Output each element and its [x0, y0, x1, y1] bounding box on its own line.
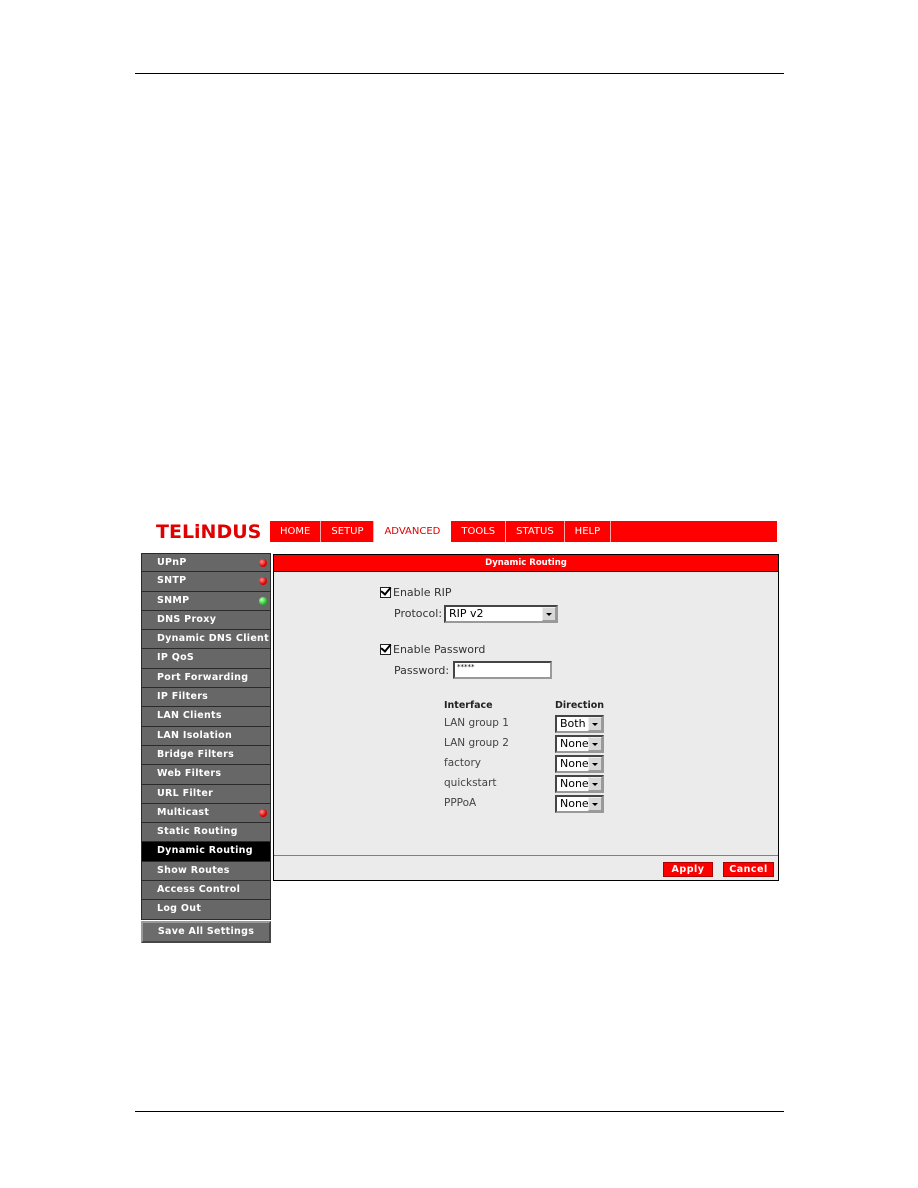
sidebar-item-log-out[interactable]: Log Out	[141, 900, 271, 920]
panel-footer: Apply Cancel	[274, 855, 778, 880]
status-red-icon	[259, 808, 267, 817]
interface-name: PPPoA	[444, 797, 477, 809]
enable-rip-row: Enable RIP	[380, 586, 452, 599]
sidebar-item-web-filters[interactable]: Web Filters	[141, 765, 271, 785]
direction-value: Both	[560, 717, 586, 730]
dynamic-routing-panel: Dynamic Routing Enable RIP Protocol: RIP…	[273, 554, 779, 881]
direction-select[interactable]: None	[555, 735, 604, 753]
direction-select[interactable]: None	[555, 775, 604, 793]
password-label: Password:	[394, 664, 450, 677]
sidebar-item-dns-proxy[interactable]: DNS Proxy	[141, 610, 271, 631]
interface-name: LAN group 2	[444, 737, 509, 749]
chevron-down-icon	[588, 777, 602, 791]
direction-value: None	[560, 777, 589, 790]
tab-tools[interactable]: TOOLS	[451, 521, 507, 542]
enable-password-checkbox[interactable]	[380, 644, 391, 655]
sidebar-item-sntp[interactable]: SNTP	[141, 572, 271, 592]
sidebar-item-label: SNMP	[157, 594, 190, 606]
panel-title: Dynamic Routing	[274, 555, 778, 572]
protocol-label: Protocol:	[394, 607, 443, 620]
protocol-select[interactable]: RIP v2	[444, 605, 558, 623]
password-input[interactable]: *****	[453, 661, 552, 679]
sidebar-item-dynamic-routing[interactable]: Dynamic Routing	[141, 842, 271, 862]
direction-select[interactable]: None	[555, 755, 604, 773]
enable-password-label: Enable Password	[393, 643, 486, 656]
tab-home[interactable]: HOME	[270, 521, 322, 542]
sidebar-item-url-filter[interactable]: URL Filter	[141, 784, 271, 804]
sidebar-item-static-routing[interactable]: Static Routing	[141, 823, 271, 843]
chevron-down-icon	[588, 737, 602, 751]
enable-password-row: Enable Password	[380, 643, 485, 656]
sidebar: UPnP SNTP SNMP DNS Proxy Dynamic DNS Cli…	[141, 553, 271, 943]
interface-name: LAN group 1	[444, 717, 509, 729]
direction-header: Direction	[555, 700, 604, 711]
status-red-icon	[259, 559, 267, 567]
sidebar-item-lan-isolation[interactable]: LAN Isolation	[141, 726, 271, 746]
sidebar-item-label: SNTP	[157, 575, 187, 587]
status-green-icon	[259, 596, 267, 605]
sidebar-item-upnp[interactable]: UPnP	[141, 553, 271, 573]
sidebar-item-lan-clients[interactable]: LAN Clients	[141, 707, 271, 727]
header-rule	[135, 73, 784, 74]
direction-value: None	[560, 757, 589, 770]
sidebar-item-snmp[interactable]: SNMP	[141, 591, 271, 611]
chevron-down-icon	[588, 757, 602, 771]
tab-setup[interactable]: SETUP	[321, 521, 375, 542]
footer-rule	[135, 1111, 784, 1112]
sidebar-item-ip-qos[interactable]: IP QoS	[141, 649, 271, 669]
tab-help[interactable]: HELP	[565, 521, 612, 542]
chevron-down-icon	[542, 607, 556, 621]
direction-select[interactable]: None	[555, 795, 604, 813]
enable-rip-checkbox[interactable]	[380, 587, 391, 598]
tab-advanced[interactable]: ADVANCED	[374, 521, 452, 542]
sidebar-item-ip-filters[interactable]: IP Filters	[141, 688, 271, 708]
direction-value: None	[560, 737, 589, 750]
direction-value: None	[560, 797, 589, 810]
apply-button[interactable]: Apply	[663, 862, 713, 877]
sidebar-item-access-control[interactable]: Access Control	[141, 881, 271, 901]
enable-rip-label: Enable RIP	[393, 586, 452, 599]
chevron-down-icon	[588, 797, 602, 811]
sidebar-item-port-forwarding[interactable]: Port Forwarding	[141, 668, 271, 689]
interface-name: quickstart	[444, 777, 497, 789]
top-nav: HOME SETUP ADVANCED TOOLS STATUS HELP	[270, 521, 777, 542]
tab-status[interactable]: STATUS	[506, 521, 565, 542]
sidebar-item-show-routes[interactable]: Show Routes	[141, 861, 271, 882]
cancel-button[interactable]: Cancel	[723, 862, 774, 877]
sidebar-item-multicast[interactable]: Multicast	[141, 803, 271, 824]
sidebar-item-dynamic-dns-client[interactable]: Dynamic DNS Client	[141, 630, 271, 650]
sidebar-item-label: UPnP	[157, 557, 187, 568]
save-all-settings-button[interactable]: Save All Settings	[141, 920, 271, 943]
sidebar-item-bridge-filters[interactable]: Bridge Filters	[141, 745, 271, 766]
sidebar-item-label: Multicast	[157, 806, 210, 818]
direction-select[interactable]: Both	[555, 715, 604, 733]
protocol-value: RIP v2	[449, 607, 484, 620]
status-red-icon	[259, 577, 267, 586]
interface-header: Interface	[444, 700, 493, 711]
interface-name: factory	[444, 757, 481, 769]
router-web-ui: TELiNDUS HOME SETUP ADVANCED TOOLS STATU…	[140, 519, 780, 944]
chevron-down-icon	[588, 717, 602, 731]
telindus-logo: TELiNDUS	[156, 521, 262, 543]
